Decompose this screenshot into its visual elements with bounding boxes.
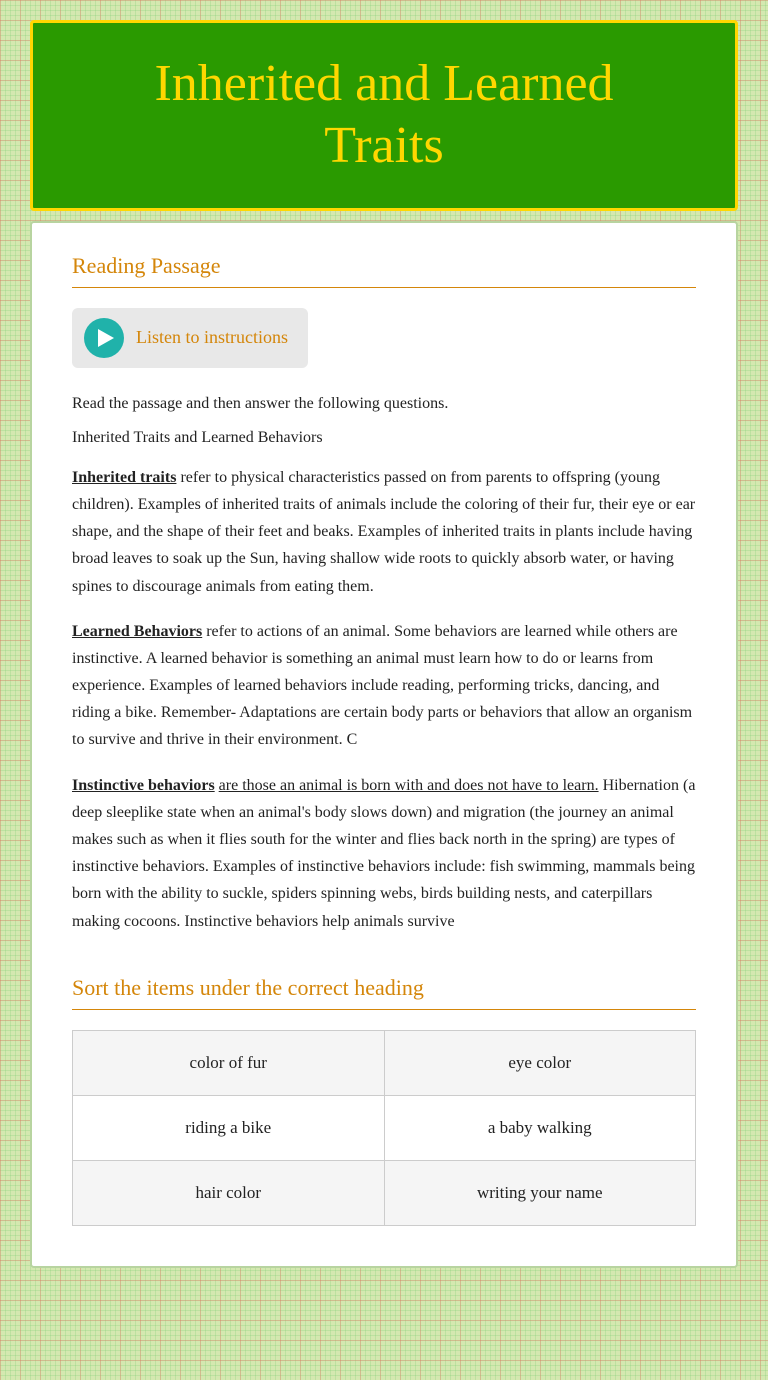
sort-table: color of fureye colorriding a bikea baby… (72, 1030, 696, 1226)
play-icon (84, 318, 124, 358)
sort-cell-right[interactable]: writing your name (384, 1160, 696, 1225)
sort-section-heading: Sort the items under the correct heading (72, 975, 696, 1001)
sort-section: Sort the items under the correct heading… (72, 975, 696, 1226)
passage-para-2-text: refer to actions of an animal. Some beha… (72, 623, 692, 749)
sort-cell-left[interactable]: color of fur (73, 1030, 385, 1095)
title-block: Inherited and Learned Traits (30, 20, 738, 211)
sort-cell-left[interactable]: riding a bike (73, 1095, 385, 1160)
page-wrapper: Inherited and Learned Traits Reading Pas… (0, 0, 768, 1380)
sort-table-row: riding a bikea baby walking (73, 1095, 696, 1160)
title-line2: Traits (324, 117, 443, 174)
learned-behaviors-bold: Learned Behaviors (72, 623, 202, 640)
passage-para-3-text: Hibernation (a deep sleeplike state when… (72, 777, 695, 930)
title-line1: Inherited and Learned (154, 55, 613, 112)
passage-para-1: Inherited traits refer to physical chara… (72, 464, 696, 600)
listen-label: Listen to instructions (136, 327, 288, 348)
reading-passage-heading: Reading Passage (72, 253, 696, 279)
sort-cell-right[interactable]: eye color (384, 1030, 696, 1095)
passage-para-1-text: refer to physical characteristics passed… (72, 469, 695, 595)
sort-cell-left[interactable]: hair color (73, 1160, 385, 1225)
passage-para-3: Instinctive behaviors are those an anima… (72, 772, 696, 935)
instinctive-behaviors-bold: Instinctive behaviors (72, 777, 215, 794)
page-title: Inherited and Learned Traits (73, 53, 695, 178)
listen-button[interactable]: Listen to instructions (72, 308, 308, 368)
content-card: Reading Passage Listen to instructions R… (30, 221, 738, 1268)
sort-table-row: color of fureye color (73, 1030, 696, 1095)
instinctive-behaviors-underline: are those an animal is born with and doe… (219, 777, 599, 794)
sort-cell-right[interactable]: a baby walking (384, 1095, 696, 1160)
sort-divider (72, 1009, 696, 1010)
passage-para-2: Learned Behaviors refer to actions of an… (72, 618, 696, 754)
inherited-traits-bold: Inherited traits (72, 469, 176, 486)
passage-intro: Read the passage and then answer the fol… (72, 392, 696, 416)
passage-subtitle: Inherited Traits and Learned Behaviors (72, 426, 696, 450)
heading-divider (72, 287, 696, 288)
play-triangle-icon (98, 329, 114, 347)
sort-table-row: hair colorwriting your name (73, 1160, 696, 1225)
